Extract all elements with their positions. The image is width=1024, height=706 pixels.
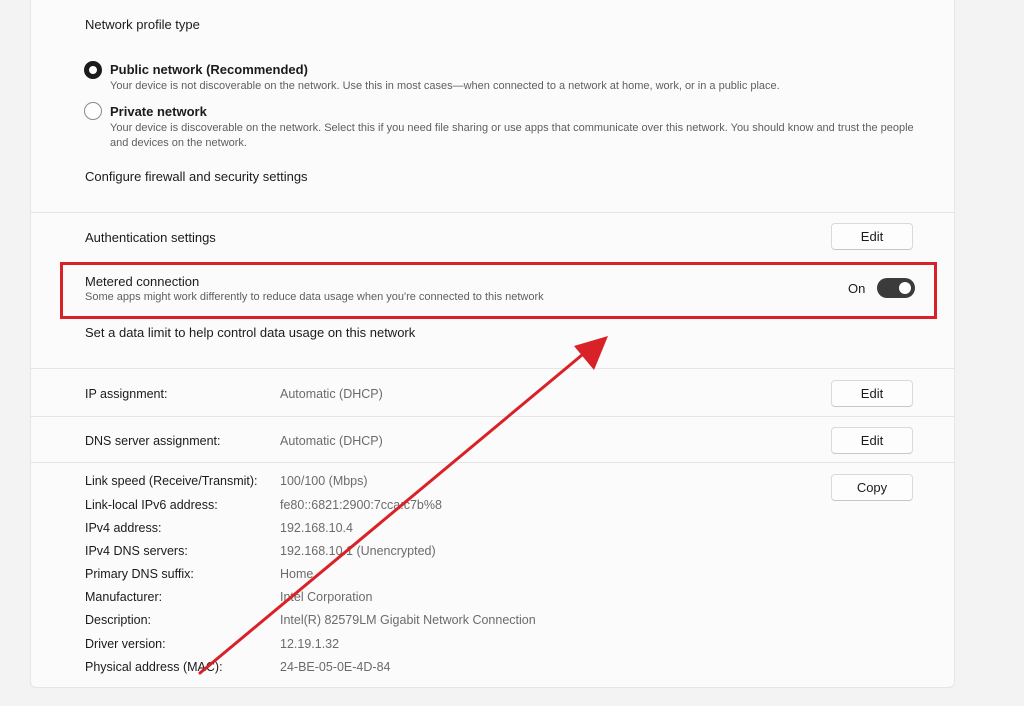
- dns-assignment-label: DNS server assignment:: [85, 434, 221, 448]
- ip-assignment-edit-button[interactable]: Edit: [831, 380, 913, 407]
- property-value: 24-BE-05-0E-4D-84: [280, 660, 391, 674]
- public-network-description: Your device is not discoverable on the n…: [110, 80, 780, 92]
- divider: [30, 416, 955, 417]
- divider: [30, 462, 955, 463]
- dns-assignment-value: Automatic (DHCP): [280, 434, 383, 448]
- property-value: Home: [280, 567, 314, 581]
- property-label: Description:: [85, 613, 151, 627]
- property-value: Intel Corporation: [280, 590, 373, 604]
- property-label: Link-local IPv6 address:: [85, 498, 218, 512]
- private-network-radio[interactable]: [84, 102, 102, 120]
- divider: [30, 212, 955, 213]
- property-label: Link speed (Receive/Transmit):: [85, 474, 258, 488]
- private-network-label[interactable]: Private network: [110, 104, 207, 119]
- property-value: 100/100 (Mbps): [280, 474, 368, 488]
- public-network-radio[interactable]: [84, 61, 102, 79]
- property-value: 192.168.10.4: [280, 521, 353, 535]
- property-value: Intel(R) 82579LM Gigabit Network Connect…: [280, 613, 536, 627]
- property-label: Manufacturer:: [85, 590, 163, 604]
- property-label: IPv4 DNS servers:: [85, 544, 188, 558]
- ip-assignment-label: IP assignment:: [85, 387, 168, 401]
- property-label: Physical address (MAC):: [85, 660, 223, 674]
- property-label: Primary DNS suffix:: [85, 567, 194, 581]
- divider: [30, 368, 955, 369]
- property-value: fe80::6821:2900:7cca:c7b%8: [280, 498, 442, 512]
- ip-assignment-value: Automatic (DHCP): [280, 387, 383, 401]
- highlight-box: [60, 262, 937, 319]
- private-network-description: Your device is discoverable on the netwo…: [110, 122, 914, 149]
- property-value: 12.19.1.32: [280, 637, 340, 651]
- property-label: Driver version:: [85, 637, 166, 651]
- property-value: 192.168.10.1 (Unencrypted): [280, 544, 436, 558]
- property-label: IPv4 address:: [85, 521, 162, 535]
- network-profile-heading: Network profile type: [85, 17, 200, 32]
- configure-firewall-link[interactable]: Configure firewall and security settings: [85, 169, 308, 184]
- dns-assignment-edit-button[interactable]: Edit: [831, 427, 913, 454]
- copy-properties-button[interactable]: Copy: [831, 474, 913, 501]
- authentication-settings-label: Authentication settings: [85, 230, 216, 245]
- authentication-edit-button[interactable]: Edit: [831, 223, 913, 250]
- data-limit-link[interactable]: Set a data limit to help control data us…: [85, 325, 415, 340]
- public-network-label[interactable]: Public network (Recommended): [110, 62, 308, 77]
